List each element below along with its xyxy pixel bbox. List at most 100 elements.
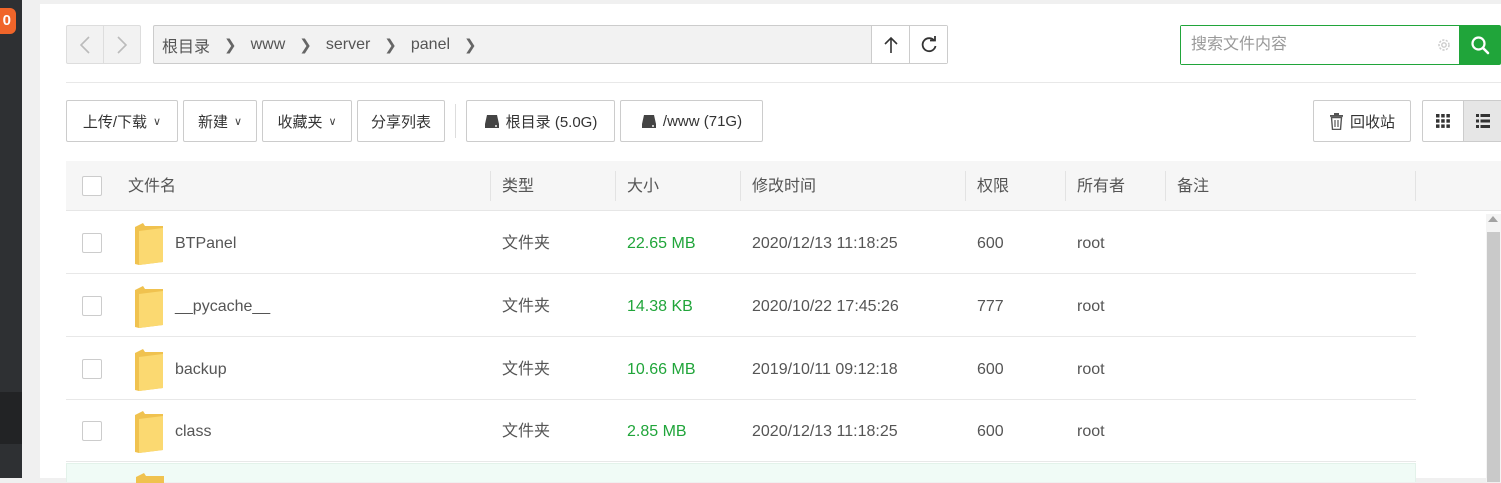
file-owner[interactable]: root [1077, 338, 1105, 400]
file-name[interactable]: BTPanel [175, 212, 236, 274]
breadcrumb-www[interactable]: www [251, 36, 286, 54]
folder-icon [135, 349, 163, 391]
header-size[interactable]: 大小 [627, 161, 659, 211]
header-filename[interactable]: 文件名 [128, 161, 176, 211]
breadcrumb-root[interactable]: 根目录 [162, 33, 210, 57]
file-name[interactable]: __pycache__ [175, 275, 270, 337]
upload-download-button[interactable]: 上传/下载 ∨ [66, 100, 178, 142]
trash-icon [1329, 112, 1343, 130]
list-view-button[interactable] [1463, 100, 1501, 142]
back-button[interactable] [67, 26, 103, 63]
column-divider [740, 171, 741, 201]
chevron-right-icon: ❯ [299, 36, 312, 54]
grid-view-button[interactable] [1422, 100, 1464, 142]
breadcrumb-server[interactable]: server [326, 36, 370, 54]
column-divider [965, 171, 966, 201]
search-icon [1470, 36, 1489, 55]
search-input[interactable] [1181, 26, 1429, 64]
chevron-down-icon: ∨ [153, 115, 162, 128]
arrow-up-icon [883, 36, 898, 53]
file-owner[interactable]: root [1077, 212, 1105, 274]
column-divider [1165, 171, 1166, 201]
file-size[interactable]: 14.38 KB [627, 275, 693, 337]
chevron-left-icon [80, 35, 90, 54]
table-row[interactable]: __pycache__ 文件夹 14.38 KB 2020/10/22 17:4… [66, 275, 1416, 337]
file-table-header: 文件名 类型 大小 修改时间 权限 所有者 备注 [66, 161, 1501, 211]
new-button[interactable]: 新建 ∨ [183, 100, 257, 142]
column-divider [490, 171, 491, 201]
scrollbar-thumb[interactable] [1487, 232, 1500, 482]
notification-badge[interactable]: 0 [0, 8, 16, 34]
row-checkbox[interactable] [82, 359, 102, 379]
chevron-down-icon: ∨ [328, 115, 337, 128]
hard-drive-icon [484, 115, 499, 128]
breadcrumb-panel[interactable]: panel [411, 36, 450, 54]
table-row[interactable]: BTPanel 文件夹 22.65 MB 2020/12/13 11:18:25… [66, 212, 1416, 274]
hard-drive-icon [641, 115, 656, 128]
file-content-search [1180, 25, 1501, 65]
upload-download-label: 上传/下载 [82, 113, 148, 131]
chevron-down-icon: ∨ [233, 115, 243, 128]
refresh-button[interactable] [909, 26, 947, 63]
list-icon [1475, 114, 1490, 128]
file-name[interactable]: class [175, 400, 211, 462]
forward-button[interactable] [103, 26, 140, 63]
recycle-bin-label: 回收站 [1349, 113, 1395, 131]
column-divider [615, 171, 616, 201]
search-settings-button[interactable] [1429, 26, 1459, 64]
file-modified: 2019/10/11 09:12:18 [752, 361, 898, 378]
favorites-button[interactable]: 收藏夹 ∨ [262, 100, 352, 142]
chevron-right-icon: ❯ [464, 36, 477, 54]
file-type: 文件夹 [502, 423, 551, 440]
file-size[interactable]: 22.65 MB [627, 212, 695, 274]
header-type[interactable]: 类型 [502, 161, 534, 211]
row-checkbox[interactable] [82, 233, 102, 253]
favorites-label: 收藏夹 [277, 113, 323, 131]
table-row[interactable]: backup 文件夹 10.66 MB 2019/10/11 09:12:18 … [66, 338, 1416, 400]
column-divider [1065, 171, 1066, 201]
file-name[interactable]: backup [175, 338, 227, 400]
header-note: 备注 [1177, 178, 1210, 195]
file-type: 文件夹 [502, 361, 551, 378]
file-permission[interactable]: 777 [977, 275, 1004, 337]
file-type: 文件夹 [502, 235, 551, 252]
toolbar-separator [455, 104, 456, 138]
disk-root-button[interactable]: 根目录 (5.0G) [466, 100, 615, 142]
search-button[interactable] [1459, 26, 1500, 64]
file-modified: 2020/12/13 11:18:25 [752, 235, 898, 252]
refresh-icon [921, 35, 936, 52]
file-permission[interactable]: 600 [977, 400, 1004, 462]
file-modified: 2020/12/13 11:18:25 [752, 423, 898, 440]
scroll-up-arrow-icon[interactable] [1488, 216, 1498, 222]
row-checkbox[interactable] [82, 296, 102, 316]
chevron-right-icon [117, 35, 127, 54]
share-list-button[interactable]: 分享列表 [357, 100, 445, 142]
chevron-right-icon: ❯ [224, 36, 237, 54]
file-owner[interactable]: root [1077, 275, 1105, 337]
recycle-bin-button[interactable]: 回收站 [1313, 100, 1411, 142]
disk-www-button[interactable]: /www (71G) [620, 100, 763, 142]
file-manager-panel: 根目录 ❯ www ❯ server ❯ panel ❯ 上传/下载 ∨ 新 [40, 0, 1501, 483]
disk-root-label: 根目录 (5.0G) [505, 113, 598, 131]
header-permission[interactable]: 权限 [977, 161, 1009, 211]
share-list-label: 分享列表 [370, 113, 431, 131]
file-size[interactable]: 10.66 MB [627, 338, 695, 400]
sidebar-active-item[interactable] [0, 392, 22, 444]
gear-icon [1438, 39, 1450, 51]
table-row-hover[interactable] [66, 463, 1416, 483]
parent-dir-button[interactable] [871, 26, 909, 63]
file-permission[interactable]: 600 [977, 212, 1004, 274]
header-modified[interactable]: 修改时间 [752, 161, 816, 211]
path-bar: 根目录 ❯ www ❯ server ❯ panel ❯ [153, 25, 948, 64]
select-all-checkbox[interactable] [82, 176, 102, 196]
chevron-right-icon: ❯ [384, 36, 397, 54]
column-divider [1415, 171, 1416, 201]
row-checkbox[interactable] [82, 421, 102, 441]
new-label: 新建 [197, 113, 228, 131]
header-divider [66, 82, 1501, 83]
file-permission[interactable]: 600 [977, 338, 1004, 400]
header-owner[interactable]: 所有者 [1077, 161, 1125, 211]
file-size[interactable]: 2.85 MB [627, 400, 687, 462]
file-owner[interactable]: root [1077, 400, 1105, 462]
table-row[interactable]: class 文件夹 2.85 MB 2020/12/13 11:18:25 60… [66, 400, 1416, 462]
